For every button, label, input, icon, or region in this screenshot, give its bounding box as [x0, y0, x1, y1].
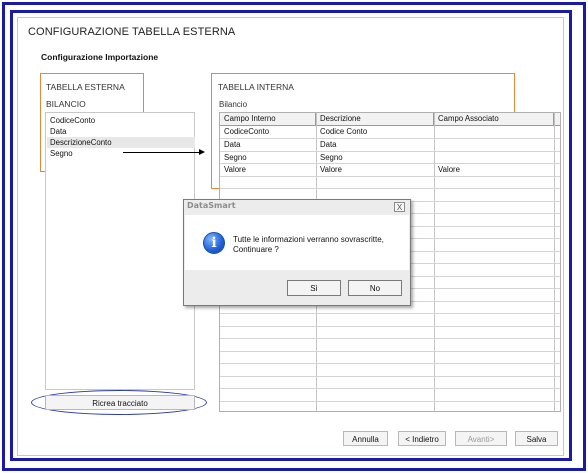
grid-row-line [220, 338, 560, 339]
dialog-body: i Tutte le informazioni verranno sovrasc… [185, 215, 409, 270]
external-field-list[interactable]: CodiceConto Data DescrizioneConto Segno [45, 112, 195, 390]
list-item-selected[interactable]: DescrizioneConto [47, 137, 195, 148]
list-item[interactable]: Segno [50, 148, 73, 159]
internal-table-name: Bilancio [219, 100, 248, 109]
mapping-arrow-line [123, 152, 201, 153]
grid-row-line [220, 388, 560, 389]
internal-section-label: TABELLA INTERNA [218, 82, 294, 92]
cancel-button[interactable]: Annulla [343, 431, 388, 446]
table-cell[interactable] [434, 152, 554, 164]
list-item[interactable]: Data [50, 126, 66, 137]
grid-row-line [220, 351, 560, 352]
column-header-descrizione[interactable]: Descrizione [316, 113, 434, 125]
ricrea-tracciato-button[interactable]: Ricrea tracciato [45, 395, 195, 410]
external-section-label: TABELLA ESTERNA [46, 82, 125, 92]
table-cell[interactable]: Valore [434, 164, 554, 176]
no-button[interactable]: No [348, 280, 402, 296]
grid-row-line [220, 363, 560, 364]
section-subtitle: Configurazione Importazione [41, 52, 159, 62]
grid-row-line [220, 188, 560, 189]
dialog-message-line2: Continuare ? [233, 245, 279, 254]
table-cell[interactable] [434, 126, 554, 138]
grid-row-line [220, 376, 560, 377]
grid-header: Campo Interno Descrizione Campo Associat… [220, 113, 560, 126]
table-cell[interactable]: Codice Conto [316, 126, 434, 138]
column-header-campo-associato[interactable]: Campo Associato [434, 113, 554, 125]
back-button[interactable]: < Indietro [398, 431, 446, 446]
dialog-message-line1: Tutte le informazioni verranno sovrascri… [233, 235, 384, 244]
grid-column-divider [554, 113, 555, 411]
arrow-right-icon [199, 149, 205, 155]
table-cell[interactable]: Data [220, 139, 316, 151]
info-icon: i [203, 232, 225, 254]
table-cell[interactable] [434, 139, 554, 151]
save-button[interactable]: Salva [515, 431, 558, 446]
grid-row-line [220, 401, 560, 402]
table-cell[interactable]: Segno [220, 152, 316, 164]
table-cell[interactable]: CodiceConto [220, 126, 316, 138]
column-header-campo-interno[interactable]: Campo Interno [220, 113, 316, 125]
dialog-titlebar: DataSmart X [184, 200, 410, 214]
table-cell[interactable]: Data [316, 139, 434, 151]
close-icon[interactable]: X [394, 202, 405, 212]
grid-row-line [220, 326, 560, 327]
list-item[interactable]: CodiceConto [50, 115, 95, 126]
table-cell[interactable]: Valore [316, 164, 434, 176]
confirm-dialog: DataSmart X i Tutte le informazioni verr… [183, 199, 411, 306]
dialog-title: DataSmart [187, 201, 236, 210]
table-cell[interactable]: Valore [220, 164, 316, 176]
next-button[interactable]: Avanti> [455, 431, 507, 446]
external-table-name: BILANCIO [46, 99, 86, 109]
table-cell[interactable]: Segno [316, 152, 434, 164]
yes-button[interactable]: Sì [287, 280, 341, 296]
window-title: CONFIGURAZIONE TABELLA ESTERNA [28, 26, 236, 38]
grid-row-line [220, 313, 560, 314]
grid-row-line [220, 176, 560, 177]
